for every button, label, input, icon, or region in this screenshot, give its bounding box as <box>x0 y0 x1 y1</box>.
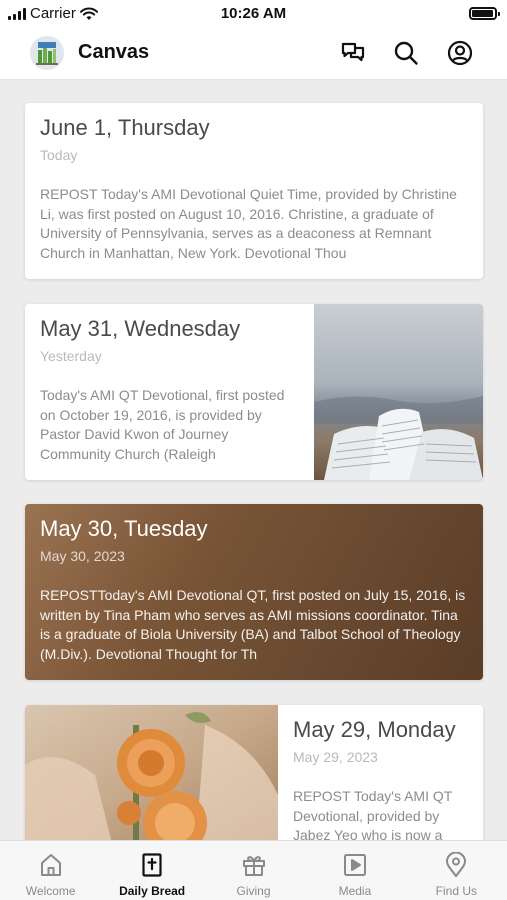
status-bar: Carrier 10:26 AM <box>0 0 507 28</box>
tab-find-us[interactable]: Find Us <box>406 841 507 900</box>
status-time: 10:26 AM <box>220 5 287 22</box>
tab-giving[interactable]: Giving <box>203 841 304 900</box>
card-thumbnail-open-book <box>314 304 483 480</box>
tab-label: Find Us <box>435 884 477 898</box>
home-icon <box>40 854 61 876</box>
chat-button[interactable] <box>338 38 368 68</box>
tab-media[interactable]: Media <box>304 841 405 900</box>
battery-icon <box>469 7 500 20</box>
card-excerpt: REPOSTToday's AMI Devotional QT, first p… <box>40 587 466 662</box>
card-date: May 31, Wednesday <box>40 316 241 341</box>
card-date: June 1, Thursday <box>40 115 210 140</box>
user-account-icon <box>447 40 473 66</box>
bottom-tab-bar: Welcome Daily Bread Giving Media Find Us <box>0 840 507 900</box>
tab-label: Welcome <box>25 884 76 898</box>
tab-label: Daily Bread <box>119 884 186 898</box>
devotional-feed[interactable]: June 1, Thursday Today REPOST Today's AM… <box>0 80 507 840</box>
card-excerpt: Today's AMI QT Devotional, first posted … <box>40 387 285 462</box>
card-subtitle: Today <box>40 147 78 163</box>
tab-welcome[interactable]: Welcome <box>0 841 101 900</box>
app-logo <box>30 36 64 70</box>
devotional-card[interactable]: May 29, Monday May 29, 2023 REPOST Today… <box>25 705 483 840</box>
card-subtitle: May 29, 2023 <box>293 749 378 765</box>
card-thumbnail-flowers <box>25 705 278 840</box>
card-subtitle: Yesterday <box>40 348 102 364</box>
bible-icon <box>142 853 162 877</box>
card-excerpt: REPOST Today's AMI QT Devotional, provid… <box>293 788 453 840</box>
search-button[interactable] <box>391 38 421 68</box>
devotional-card[interactable]: June 1, Thursday Today REPOST Today's AM… <box>25 103 483 279</box>
chat-icon <box>341 42 365 62</box>
card-subtitle: May 30, 2023 <box>40 548 125 564</box>
tab-label: Media <box>338 884 372 898</box>
search-icon <box>394 41 418 65</box>
top-nav-bar: Canvas <box>0 28 507 80</box>
canvas-logo-icon <box>30 36 64 70</box>
card-excerpt: REPOST Today's AMI Devotional Quiet Time… <box>40 186 457 261</box>
devotional-card[interactable]: May 31, Wednesday Yesterday Today's AMI … <box>25 304 483 480</box>
devotional-card[interactable]: May 30, Tuesday May 30, 2023 REPOSTToday… <box>25 504 483 680</box>
tab-label: Giving <box>236 884 271 898</box>
tab-daily-bread[interactable]: Daily Bread <box>101 841 202 900</box>
card-date: May 29, Monday <box>293 717 456 742</box>
play-icon <box>343 854 366 876</box>
card-date: May 30, Tuesday <box>40 516 208 541</box>
profile-button[interactable] <box>445 38 475 68</box>
gift-icon <box>242 856 265 876</box>
app-title: Canvas <box>78 41 150 63</box>
location-pin-icon <box>446 852 467 877</box>
